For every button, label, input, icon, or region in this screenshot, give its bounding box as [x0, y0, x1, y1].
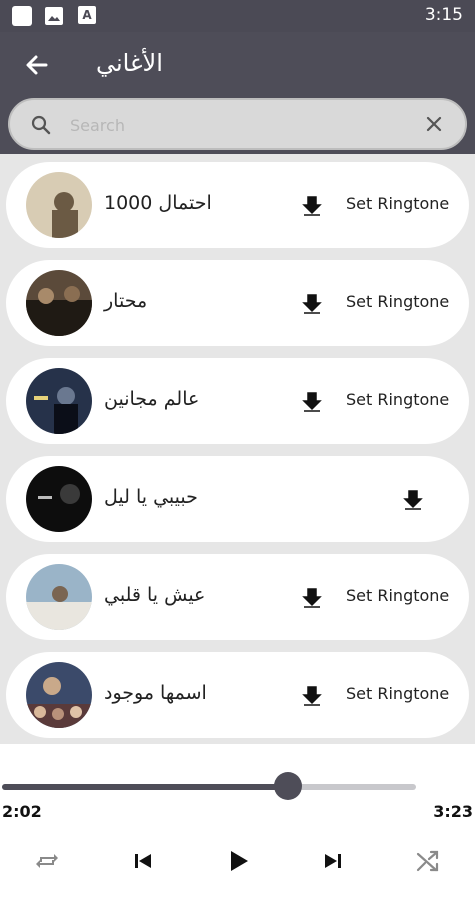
status-bar: A 3:15 — [0, 0, 475, 32]
song-thumbnail — [26, 172, 92, 238]
song-card[interactable]: محتار Set Ringtone — [6, 260, 469, 346]
song-card[interactable]: اسمها موجود Set Ringtone — [6, 652, 469, 738]
song-title: محتار — [104, 290, 148, 312]
song-thumbnail — [26, 466, 92, 532]
search-input[interactable] — [70, 112, 410, 138]
set-ringtone-button[interactable]: Set Ringtone — [346, 194, 449, 213]
set-ringtone-button[interactable]: Set Ringtone — [346, 586, 449, 605]
set-ringtone-button[interactable]: Set Ringtone — [346, 292, 449, 311]
set-ringtone-button[interactable]: Set Ringtone — [346, 390, 449, 409]
song-list[interactable]: احتمال 1000 Set Ringtone محتار Set Ringt… — [0, 154, 475, 744]
download-icon[interactable] — [300, 684, 324, 708]
song-thumbnail — [26, 564, 92, 630]
seek-bar[interactable] — [2, 784, 416, 790]
search-icon — [31, 115, 51, 135]
total-time: 3:23 — [433, 802, 473, 821]
skip-next-icon[interactable] — [318, 846, 348, 876]
song-title: عيش يا قلبي — [104, 584, 206, 606]
set-ringtone-button[interactable]: Set Ringtone — [346, 684, 449, 703]
seek-thumb[interactable] — [273, 772, 302, 800]
download-icon[interactable] — [300, 292, 324, 316]
song-thumbnail — [26, 662, 92, 728]
music-player: 2:02 3:23 — [0, 744, 475, 900]
song-title: اسمها موجود — [104, 682, 207, 704]
image-icon — [45, 7, 63, 25]
song-card[interactable]: احتمال 1000 Set Ringtone — [6, 162, 469, 248]
elapsed-time: 2:02 — [2, 802, 42, 821]
play-icon[interactable] — [223, 846, 253, 876]
song-card[interactable]: عالم مجانين Set Ringtone — [6, 358, 469, 444]
song-card[interactable]: عيش يا قلبي Set Ringtone — [6, 554, 469, 640]
status-time: 3:15 — [424, 5, 463, 25]
download-icon[interactable] — [300, 586, 324, 610]
shuffle-icon[interactable] — [413, 846, 443, 876]
a-icon: A — [78, 6, 96, 24]
seek-bar-progress — [2, 784, 288, 790]
download-icon[interactable] — [300, 390, 324, 414]
song-thumbnail — [26, 270, 92, 336]
song-title: حبيبي يا ليل — [104, 486, 198, 508]
download-icon[interactable] — [300, 194, 324, 218]
song-card[interactable]: حبيبي يا ليل — [6, 456, 469, 542]
song-title: عالم مجانين — [104, 388, 200, 410]
skip-previous-icon[interactable] — [128, 846, 158, 876]
arrow-left-icon[interactable] — [22, 50, 52, 80]
notification-icon — [12, 6, 32, 26]
search-bar[interactable] — [8, 98, 467, 150]
close-icon[interactable] — [423, 113, 445, 135]
download-icon[interactable] — [401, 488, 425, 512]
song-title: احتمال 1000 — [104, 192, 212, 214]
page-title: الأغاني — [96, 49, 163, 77]
song-thumbnail — [26, 368, 92, 434]
repeat-icon[interactable] — [32, 846, 62, 876]
app-bar: الأغاني — [0, 32, 475, 154]
